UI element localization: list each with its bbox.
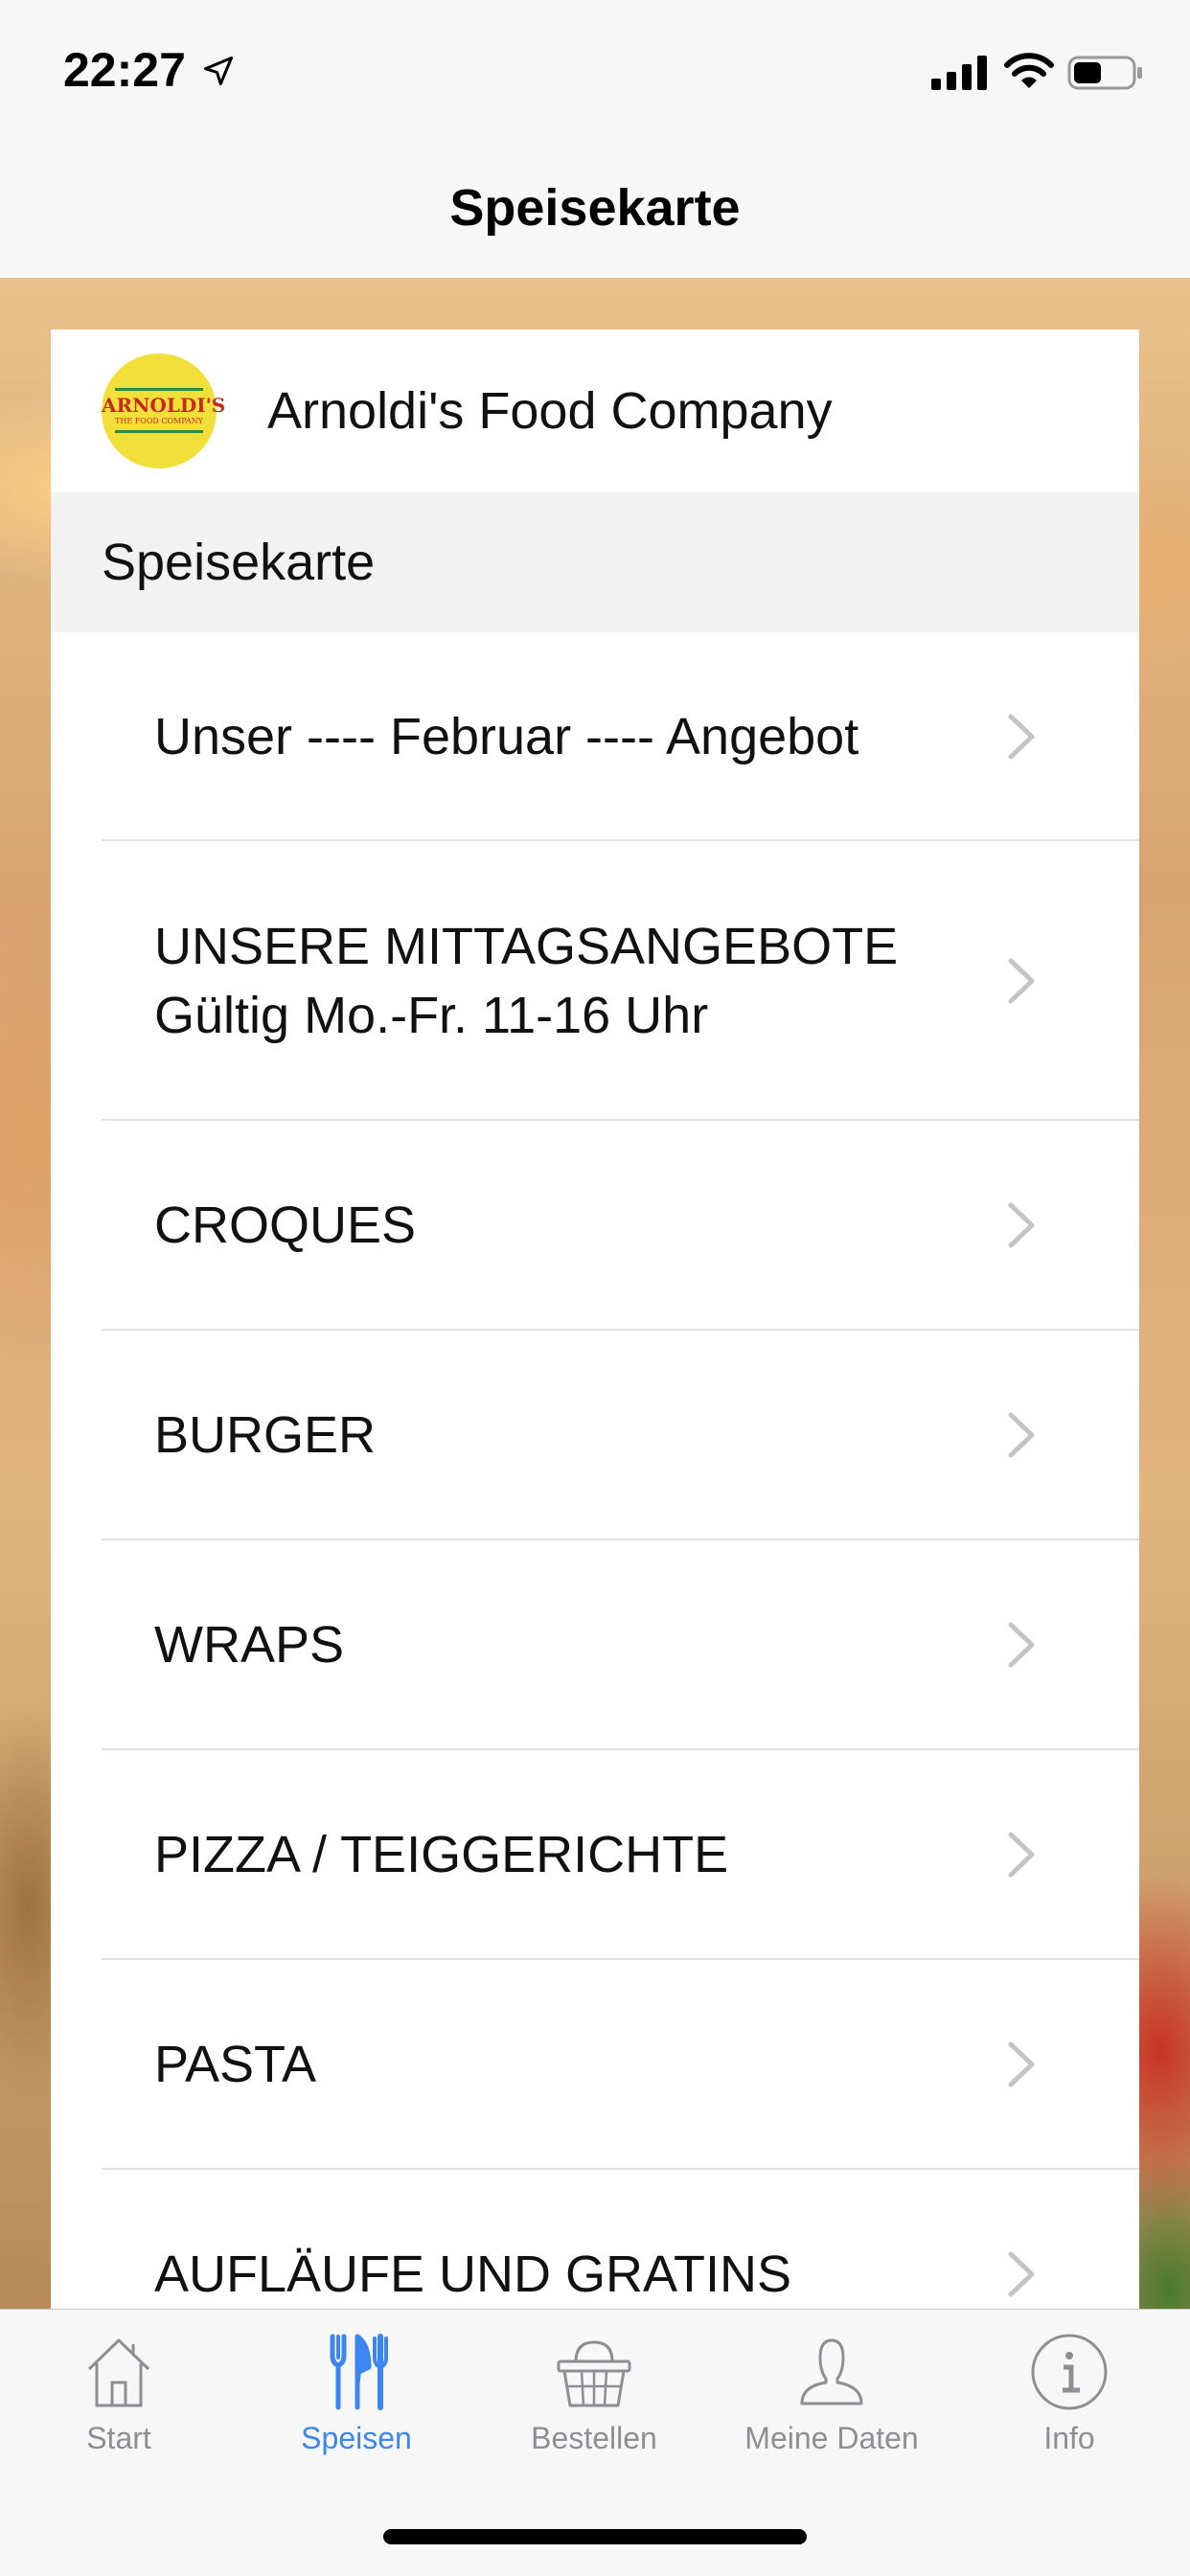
logo-text: ARNOLDI'S <box>102 394 226 417</box>
menu-item[interactable]: WRAPS <box>51 1540 1139 1750</box>
home-icon <box>87 2338 150 2407</box>
logo-subtext: THE FOOD COMPANY <box>115 417 203 425</box>
tab-label: Speisen <box>301 2421 412 2455</box>
tab-bestellen[interactable]: Bestellen <box>475 2329 713 2482</box>
menu-item-label-line2: Gültig Mo.-Fr. 11-16 Uhr <box>154 987 709 1044</box>
menu-item-label-line1: BURGER <box>154 1406 377 1464</box>
menu-list: Unser ---- Februar ---- Angebot UNSERE M… <box>51 632 1139 2309</box>
navigation-bar: Speisekarte <box>0 144 1190 279</box>
menu-item[interactable]: UNSERE MITTAGSANGEBOTE Gültig Mo.-Fr. 11… <box>51 841 1139 1121</box>
fork-knife-icon <box>330 2334 388 2410</box>
menu-item[interactable]: PIZZA / TEIGGERICHTE <box>51 1750 1139 1960</box>
chevron-right-icon <box>1008 2251 1035 2297</box>
menu-item-label: AUFLÄUFE UND GRATINS <box>154 2240 791 2309</box>
tab-info[interactable]: Info <box>950 2329 1188 2482</box>
chevron-right-icon <box>1008 2041 1035 2087</box>
status-bar: 22:27 <box>0 0 1190 144</box>
menu-card: ARNOLDI'S THE FOOD COMPANY Arnoldi's Foo… <box>51 330 1139 2309</box>
basket-icon <box>557 2340 631 2407</box>
tab-label: Info <box>1043 2421 1095 2455</box>
menu-item-label-line1: WRAPS <box>154 1616 345 1674</box>
chevron-right-icon <box>1008 1412 1035 1458</box>
tab-label: Meine Daten <box>744 2421 919 2455</box>
menu-item[interactable]: AUFLÄUFE UND GRATINS <box>51 2170 1139 2309</box>
menu-item-label-line1: PASTA <box>154 2036 317 2093</box>
tab-label: Bestellen <box>531 2421 657 2455</box>
menu-item[interactable]: BURGER <box>51 1331 1139 1540</box>
menu-item[interactable]: CROQUES <box>51 1121 1139 1331</box>
chevron-right-icon <box>1008 714 1035 760</box>
menu-item-label: CROQUES <box>154 1191 416 1260</box>
tab-speisen[interactable]: Speisen <box>238 2329 475 2482</box>
page-title: Speisekarte <box>449 179 741 237</box>
tab-meine-daten[interactable]: Meine Daten <box>713 2329 950 2482</box>
section-title: Speisekarte <box>102 534 376 591</box>
menu-item-label-line1: Unser ---- Februar ---- Angebot <box>154 708 859 765</box>
home-indicator[interactable] <box>383 2529 807 2544</box>
logo-stripe <box>115 430 203 433</box>
menu-item-label-line1: CROQUES <box>154 1197 417 1254</box>
location-arrow-icon <box>204 57 233 85</box>
section-header: Speisekarte <box>51 492 1139 632</box>
chevron-right-icon <box>1008 1202 1035 1248</box>
menu-item-label: Unser ---- Februar ---- Angebot <box>154 702 858 771</box>
info-icon <box>1031 2334 1108 2410</box>
menu-item-label-line1: PIZZA / TEIGGERICHTE <box>154 1826 729 1883</box>
tab-start[interactable]: Start <box>0 2329 238 2482</box>
menu-item[interactable]: PASTA <box>51 1960 1139 2170</box>
restaurant-logo: ARNOLDI'S THE FOOD COMPANY <box>102 353 226 468</box>
chevron-right-icon <box>1008 1622 1035 1668</box>
menu-item-label: WRAPS <box>154 1610 344 1679</box>
chevron-right-icon <box>1008 958 1035 1004</box>
menu-item-label: PASTA <box>154 2030 316 2099</box>
signal-icon <box>931 56 987 90</box>
menu-item-label: BURGER <box>154 1401 376 1470</box>
restaurant-name: Arnoldi's Food Company <box>267 382 833 440</box>
menu-item-label: PIZZA / TEIGGERICHTE <box>154 1820 728 1889</box>
restaurant-header[interactable]: ARNOLDI'S THE FOOD COMPANY Arnoldi's Foo… <box>51 330 1139 492</box>
menu-item-label-line1: AUFLÄUFE UND GRATINS <box>154 2245 792 2303</box>
menu-item-label: UNSERE MITTAGSANGEBOTE Gültig Mo.-Fr. 11… <box>154 912 898 1050</box>
chevron-right-icon <box>1008 1832 1035 1878</box>
menu-item[interactable]: Unser ---- Februar ---- Angebot <box>51 632 1139 841</box>
menu-item-label-line1: UNSERE MITTAGSANGEBOTE <box>154 918 899 975</box>
person-icon <box>800 2338 863 2405</box>
battery-icon <box>1067 56 1142 90</box>
status-time: 22:27 <box>63 43 186 97</box>
logo-stripe <box>115 388 203 391</box>
wifi-icon <box>1004 53 1054 88</box>
tab-label: Start <box>86 2421 151 2455</box>
